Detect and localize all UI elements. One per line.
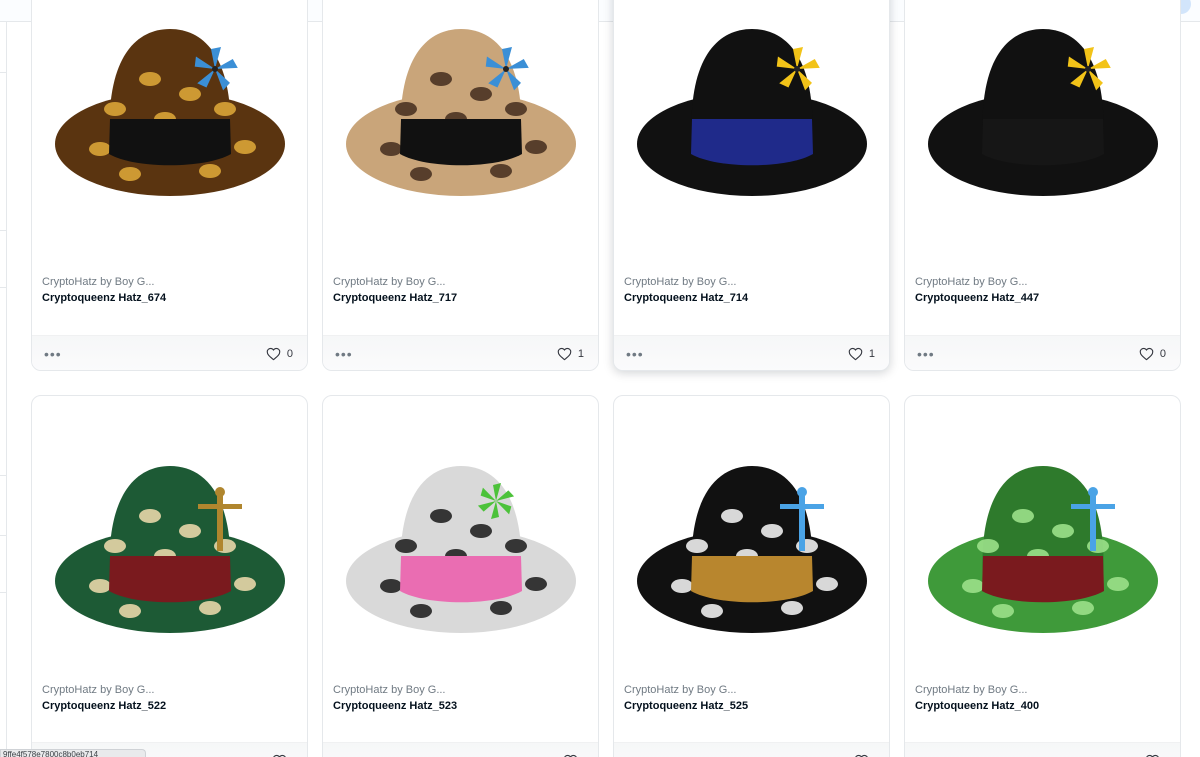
more-horizontal-icon[interactable]: •••: [626, 347, 644, 361]
asset-title[interactable]: Cryptoqueenz Hatz_674: [42, 292, 297, 304]
card-footer: •••: [323, 742, 598, 757]
asset-title[interactable]: Cryptoqueenz Hatz_523: [333, 700, 588, 712]
asset-title[interactable]: Cryptoqueenz Hatz_522: [42, 700, 297, 712]
asset-info: CryptoHatz by Boy G... Cryptoqueenz Hatz…: [42, 276, 297, 304]
asset-info: CryptoHatz by Boy G... Cryptoqueenz Hatz…: [915, 276, 1170, 304]
asset-title[interactable]: Cryptoqueenz Hatz_525: [624, 700, 879, 712]
heart-outline-icon: [266, 347, 281, 361]
like-count: 0: [1159, 347, 1166, 360]
asset-card[interactable]: CryptoHatz by Boy G... Cryptoqueenz Hatz…: [613, 395, 890, 757]
asset-info: CryptoHatz by Boy G... Cryptoqueenz Hatz…: [333, 276, 588, 304]
card-footer: ••• 1: [323, 335, 598, 370]
card-footer: ••• 0: [32, 335, 307, 370]
like-button[interactable]: 0: [266, 347, 293, 361]
asset-info: CryptoHatz by Boy G... Cryptoqueenz Hatz…: [42, 684, 297, 712]
asset-title[interactable]: Cryptoqueenz Hatz_714: [624, 292, 879, 304]
more-horizontal-icon[interactable]: •••: [626, 754, 644, 757]
asset-info: CryptoHatz by Boy G... Cryptoqueenz Hatz…: [915, 684, 1170, 712]
asset-image[interactable]: [32, 0, 307, 239]
asset-card[interactable]: CryptoHatz by Boy G... Cryptoqueenz Hatz…: [904, 0, 1181, 371]
card-footer: •••: [614, 742, 889, 757]
heart-outline-icon: [272, 754, 287, 757]
asset-card[interactable]: CryptoHatz by Boy G... Cryptoqueenz Hatz…: [322, 395, 599, 757]
asset-title[interactable]: Cryptoqueenz Hatz_447: [915, 292, 1170, 304]
collection-name[interactable]: CryptoHatz by Boy G...: [915, 276, 1033, 288]
like-button[interactable]: [563, 754, 584, 757]
collection-name[interactable]: CryptoHatz by Boy G...: [42, 684, 160, 696]
card-footer: ••• 1: [614, 335, 889, 370]
asset-image[interactable]: [32, 436, 307, 676]
asset-image[interactable]: [905, 0, 1180, 239]
asset-info: CryptoHatz by Boy G... Cryptoqueenz Hatz…: [624, 276, 879, 304]
heart-outline-icon: [1139, 347, 1154, 361]
heart-outline-icon: [563, 754, 578, 757]
heart-outline-icon: [848, 347, 863, 361]
asset-info: CryptoHatz by Boy G... Cryptoqueenz Hatz…: [624, 684, 879, 712]
asset-card[interactable]: CryptoHatz by Boy G... Cryptoqueenz Hatz…: [31, 0, 308, 371]
collection-name[interactable]: CryptoHatz by Boy G...: [624, 276, 742, 288]
like-count: 1: [868, 347, 875, 360]
collection-name[interactable]: CryptoHatz by Boy G...: [333, 276, 451, 288]
asset-card[interactable]: CryptoHatz by Boy G... Cryptoqueenz Hatz…: [904, 395, 1181, 757]
status-bar-url: 9ffe4f578e7800c8b0eb714: [0, 749, 146, 757]
asset-title[interactable]: Cryptoqueenz Hatz_717: [333, 292, 588, 304]
left-filter-rail: [0, 22, 7, 757]
like-button[interactable]: [1145, 754, 1166, 757]
more-horizontal-icon[interactable]: •••: [44, 347, 62, 361]
more-horizontal-icon[interactable]: •••: [335, 754, 353, 757]
like-button[interactable]: 0: [1139, 347, 1166, 361]
more-horizontal-icon[interactable]: •••: [335, 347, 353, 361]
heart-outline-icon: [557, 347, 572, 361]
like-count: 0: [286, 347, 293, 360]
asset-image[interactable]: [614, 0, 889, 239]
asset-image[interactable]: [323, 436, 598, 676]
asset-image[interactable]: [323, 0, 598, 239]
card-footer: ••• 0: [905, 335, 1180, 370]
asset-card[interactable]: CryptoHatz by Boy G... Cryptoqueenz Hatz…: [31, 395, 308, 757]
heart-outline-icon: [854, 754, 869, 757]
collection-name[interactable]: CryptoHatz by Boy G...: [42, 276, 160, 288]
asset-info: CryptoHatz by Boy G... Cryptoqueenz Hatz…: [333, 684, 588, 712]
like-button[interactable]: 1: [557, 347, 584, 361]
more-horizontal-icon[interactable]: •••: [917, 754, 935, 757]
collection-name[interactable]: CryptoHatz by Boy G...: [915, 684, 1033, 696]
collection-name[interactable]: CryptoHatz by Boy G...: [333, 684, 451, 696]
card-footer: •••: [905, 742, 1180, 757]
more-horizontal-icon[interactable]: •••: [917, 347, 935, 361]
asset-card[interactable]: CryptoHatz by Boy G... Cryptoqueenz Hatz…: [322, 0, 599, 371]
like-button[interactable]: [854, 754, 875, 757]
asset-title[interactable]: Cryptoqueenz Hatz_400: [915, 700, 1170, 712]
like-button[interactable]: [272, 754, 293, 757]
collection-name[interactable]: CryptoHatz by Boy G...: [624, 684, 742, 696]
like-button[interactable]: 1: [848, 347, 875, 361]
asset-card[interactable]: CryptoHatz by Boy G... Cryptoqueenz Hatz…: [613, 0, 890, 371]
like-count: 1: [577, 347, 584, 360]
asset-image[interactable]: [614, 436, 889, 676]
heart-outline-icon: [1145, 754, 1160, 757]
asset-image[interactable]: [905, 436, 1180, 676]
